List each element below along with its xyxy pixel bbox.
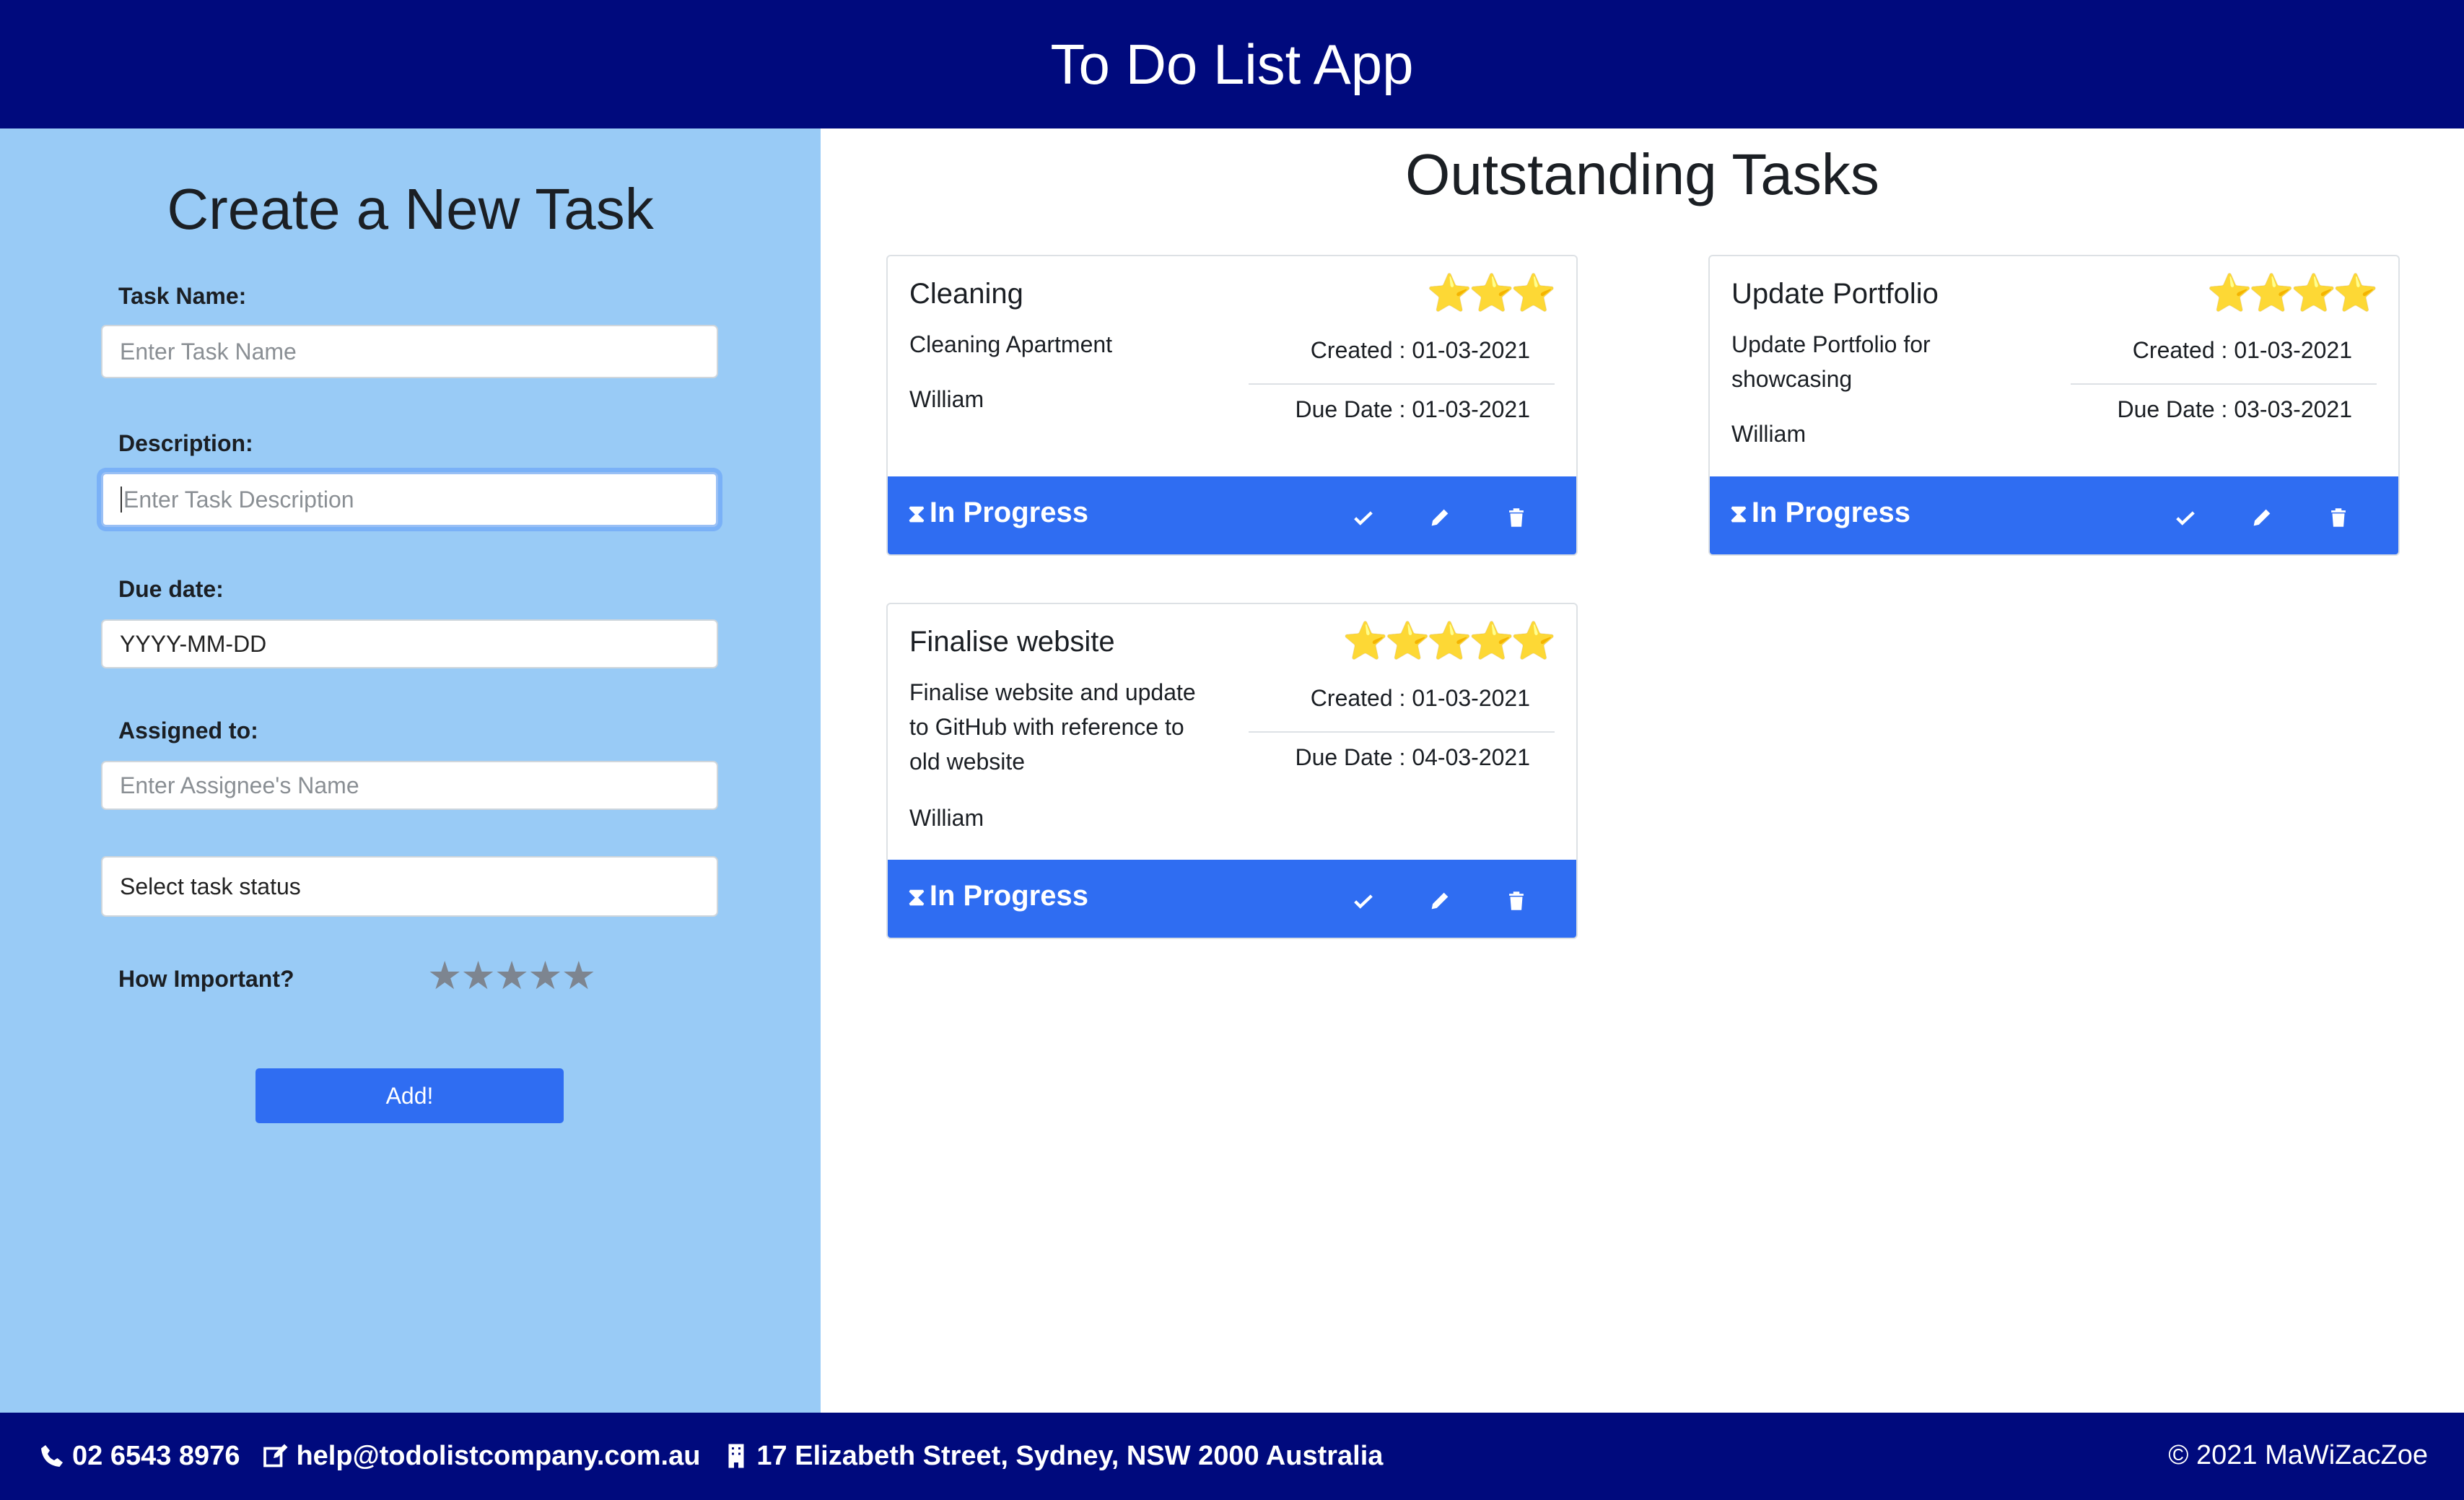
edit-task-button[interactable] [2245, 501, 2279, 534]
app-header: To Do List App [0, 0, 2464, 128]
task-created-date: Created : 01-03-2021 [2132, 337, 2352, 363]
trash-icon [1509, 508, 1524, 527]
due-date-value: YYYY-MM-DD [120, 630, 267, 657]
importance-star-rating[interactable]: ★★★★★ [427, 953, 596, 998]
task-status-select[interactable]: Select task status [101, 856, 718, 917]
description-input[interactable]: Enter Task Description [101, 472, 718, 527]
task-status-select-value: Select task status [120, 873, 301, 899]
hourglass-icon: ⧗ [908, 500, 925, 528]
complete-task-button[interactable] [1347, 501, 1380, 534]
check-icon [2176, 511, 2195, 526]
task-name-placeholder: Enter Task Name [120, 338, 297, 365]
task-created-date: Created : 01-03-2021 [1310, 337, 1530, 363]
due-date-label: Due date: [118, 576, 224, 602]
delete-task-button[interactable] [1500, 884, 1533, 917]
complete-task-button[interactable] [2169, 501, 2202, 534]
task-name-label: Task Name: [118, 283, 247, 309]
page-footer: 02 6543 8976 help@todolistcompany.com.au… [0, 1413, 2464, 1500]
task-card: Update Portfolio ⭐⭐⭐⭐ Update Portfolio f… [1708, 255, 2400, 556]
assigned-label: Assigned to: [118, 718, 258, 744]
task-name-input[interactable]: Enter Task Name [101, 325, 718, 378]
edit-task-button[interactable] [1423, 501, 1456, 534]
edit-task-button[interactable] [1423, 884, 1456, 917]
task-status: ⧗ In Progress [908, 497, 1088, 529]
importance-label: How Important? [118, 966, 294, 992]
task-status: ⧗ In Progress [1730, 497, 1910, 529]
assignee-input[interactable]: Enter Assignee's Name [101, 761, 718, 810]
check-icon [1354, 511, 1373, 526]
task-description: Update Portfolio for showcasing [1731, 331, 1931, 392]
task-card: Finalise website ⭐⭐⭐⭐⭐ Finalise website … [886, 603, 1578, 939]
task-status-label: In Progress [1751, 497, 1910, 528]
add-task-button[interactable]: Add! [255, 1068, 564, 1123]
footer-phone[interactable]: 02 6543 8976 [72, 1441, 240, 1472]
hourglass-icon: ⧗ [908, 884, 925, 911]
trash-icon [2331, 508, 2346, 527]
building-icon [720, 1440, 752, 1472]
task-created-date: Created : 01-03-2021 [1310, 685, 1530, 711]
pencil-icon [1431, 509, 1449, 526]
footer-email[interactable]: help@todolistcompany.com.au [296, 1441, 700, 1472]
task-star-rating: ⭐⭐⭐⭐ [2206, 273, 2378, 313]
task-due-date: Due Date : 04-03-2021 [1295, 744, 1530, 770]
create-task-panel: Create a New Task Task Name: Enter Task … [0, 128, 821, 1413]
task-card-footer: ⧗ In Progress [888, 860, 1576, 938]
task-card: Cleaning ⭐⭐⭐ Cleaning Apartment William … [886, 255, 1578, 556]
pencil-icon [1431, 892, 1449, 910]
task-star-rating: ⭐⭐⭐ [1427, 273, 1556, 313]
task-assignee: William [909, 386, 984, 412]
assignee-placeholder: Enter Assignee's Name [120, 772, 359, 798]
outstanding-tasks-heading: Outstanding Tasks [1405, 142, 1879, 206]
task-due-date: Due Date : 03-03-2021 [2117, 396, 2352, 422]
card-divider [1249, 731, 1555, 733]
card-divider [2071, 383, 2377, 385]
delete-task-button[interactable] [1500, 501, 1533, 534]
task-due-date: Due Date : 01-03-2021 [1295, 396, 1530, 422]
footer-address: 17 Elizabeth Street, Sydney, NSW 2000 Au… [756, 1440, 1384, 1471]
task-card-footer: ⧗ In Progress [888, 476, 1576, 554]
task-description: Finalise website and update to GitHub wi… [909, 679, 1196, 775]
hourglass-icon: ⧗ [1730, 500, 1747, 528]
card-divider [1249, 383, 1555, 385]
due-date-input[interactable]: YYYY-MM-DD [101, 619, 718, 668]
create-task-heading: Create a New Task [167, 177, 654, 241]
task-status-label: In Progress [929, 880, 1088, 912]
pencil-icon [2253, 509, 2271, 526]
task-assignee: William [909, 805, 984, 831]
task-description: Cleaning Apartment [909, 331, 1113, 357]
app-title: To Do List App [1050, 32, 1414, 96]
text-caret [121, 487, 122, 513]
task-card-footer: ⧗ In Progress [1710, 476, 2398, 554]
complete-task-button[interactable] [1347, 884, 1380, 917]
trash-icon [1509, 891, 1524, 910]
edit-email-icon [260, 1440, 292, 1472]
description-placeholder: Enter Task Description [123, 486, 354, 513]
description-label: Description: [118, 430, 253, 456]
task-assignee: William [1731, 421, 1807, 447]
task-status: ⧗ In Progress [908, 880, 1088, 912]
task-status-label: In Progress [929, 497, 1088, 528]
footer-copyright: © 2021 MaWiZacZoe [2168, 1440, 2428, 1470]
task-title: Finalise website [909, 626, 1115, 658]
task-title: Cleaning [909, 278, 1023, 310]
contact-info: 02 6543 8976 help@todolistcompany.com.au… [36, 1440, 1403, 1472]
task-title: Update Portfolio [1731, 278, 1939, 310]
delete-task-button[interactable] [2322, 501, 2355, 534]
task-star-rating: ⭐⭐⭐⭐⭐ [1342, 621, 1556, 661]
phone-icon [36, 1440, 68, 1472]
check-icon [1354, 894, 1373, 909]
